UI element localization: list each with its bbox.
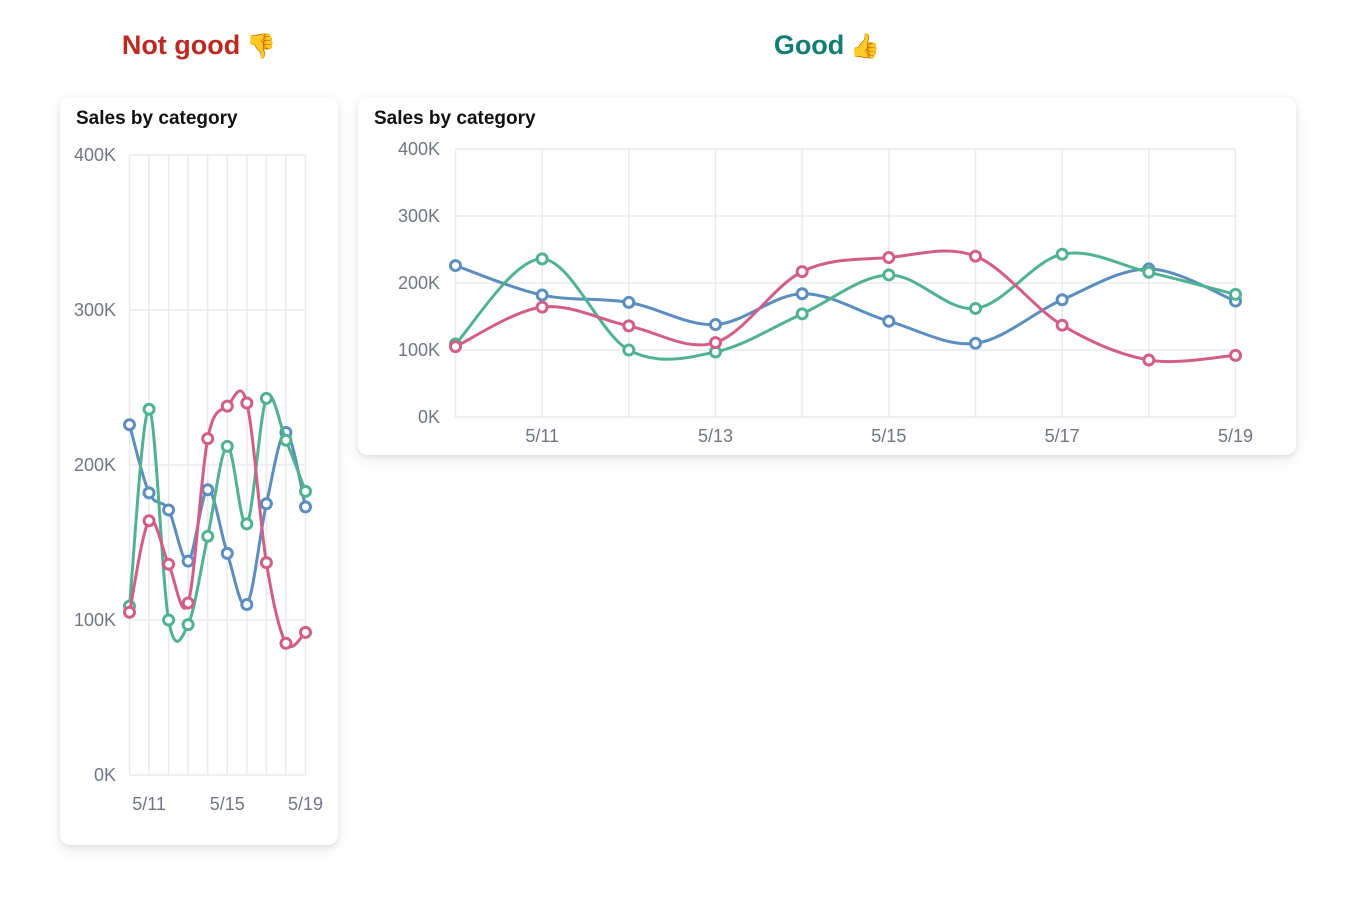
series-line <box>454 249 1237 364</box>
data-point <box>181 554 195 568</box>
data-point <box>709 336 722 350</box>
x-tick-label: 5/11 <box>525 426 559 446</box>
y-tick-label: 400K <box>74 145 116 165</box>
series-1 <box>449 259 1242 350</box>
data-point <box>449 340 462 354</box>
data-point <box>240 517 254 531</box>
y-tick-label: 300K <box>74 300 116 320</box>
data-point <box>240 396 254 410</box>
heading-good-label: Good <box>773 30 845 60</box>
data-point <box>220 439 234 453</box>
data-point <box>882 314 896 328</box>
data-point <box>1142 265 1156 279</box>
chart-card-good: Sales by category 0K 100K 200K 300K 400K 5/11… <box>358 97 1296 455</box>
data-point <box>795 287 809 301</box>
y-tick-label: 200K <box>398 273 440 293</box>
data-point <box>795 307 809 321</box>
x-tick-label: 5/19 <box>288 794 323 814</box>
series-1 <box>123 418 312 611</box>
data-point <box>299 500 312 514</box>
x-tick-label: 5/15 <box>210 794 245 814</box>
data-point <box>279 636 293 650</box>
data-point <box>123 605 136 619</box>
series-line <box>454 264 1237 346</box>
data-point <box>142 514 156 528</box>
data-point <box>449 259 462 273</box>
x-tick-label: 5/13 <box>698 426 733 446</box>
data-point <box>535 288 549 302</box>
series-3 <box>449 249 1242 367</box>
data-point <box>123 418 136 432</box>
data-point <box>709 318 722 332</box>
data-point <box>1229 348 1242 362</box>
data-point <box>201 529 215 543</box>
data-point <box>279 433 293 447</box>
data-point <box>201 483 215 497</box>
data-point <box>1055 318 1069 332</box>
data-point <box>622 319 636 333</box>
y-tick-label: 0K <box>94 765 116 785</box>
data-point <box>1055 247 1069 261</box>
data-point <box>220 546 234 560</box>
data-point <box>795 265 809 279</box>
data-point <box>259 556 273 570</box>
data-point <box>1142 353 1156 367</box>
heading-not-good: Not good 👎 <box>122 30 276 61</box>
thumbs-down-icon: 👎 <box>246 33 277 60</box>
thumbs-up-icon: 👍 <box>850 33 881 60</box>
y-tick-label: 200K <box>74 455 116 475</box>
data-point <box>969 336 982 350</box>
data-point <box>162 503 176 517</box>
data-point <box>299 484 312 498</box>
data-point <box>142 486 156 500</box>
x-tick-label: 5/15 <box>871 426 906 446</box>
data-point <box>969 249 982 263</box>
data-point <box>299 625 312 639</box>
data-point <box>220 399 234 413</box>
heading-not-good-label: Not good <box>121 30 241 60</box>
series-line <box>454 251 1237 361</box>
y-tick-label: 300K <box>398 206 440 226</box>
data-point <box>259 497 273 511</box>
x-tick-label: 5/19 <box>1218 426 1253 446</box>
data-point <box>1229 287 1242 301</box>
data-point <box>259 391 273 405</box>
chart-card-not-good: Sales by category 0K 100K 200K 300K 400K 5/11… <box>60 97 338 845</box>
data-point <box>181 596 195 610</box>
data-point <box>882 251 896 265</box>
data-point <box>240 598 254 611</box>
data-point <box>201 432 215 446</box>
data-point <box>181 618 195 632</box>
data-point <box>969 301 982 315</box>
y-tick-label: 400K <box>398 139 440 159</box>
data-point <box>1055 293 1069 307</box>
data-point <box>142 402 156 416</box>
y-tick-label: 0K <box>418 407 440 427</box>
data-point <box>162 557 176 571</box>
y-tick-label: 100K <box>398 340 440 360</box>
chart-plot-good: 0K 100K 200K 300K 400K 5/11 5/13 5/15 5/17 5/19 <box>398 139 1253 446</box>
data-point <box>882 268 896 282</box>
x-tick-label: 5/11 <box>132 794 166 814</box>
data-point <box>622 343 636 357</box>
chart-plot-not-good: 0K 100K 200K 300K 400K 5/11 5/15 5/19 <box>74 145 323 814</box>
data-point <box>162 613 176 627</box>
y-tick-label: 100K <box>74 610 116 630</box>
data-point <box>535 300 549 314</box>
data-point <box>622 295 636 309</box>
x-tick-label: 5/17 <box>1045 426 1080 446</box>
heading-good: Good 👍 <box>774 30 880 61</box>
data-point <box>535 252 549 266</box>
